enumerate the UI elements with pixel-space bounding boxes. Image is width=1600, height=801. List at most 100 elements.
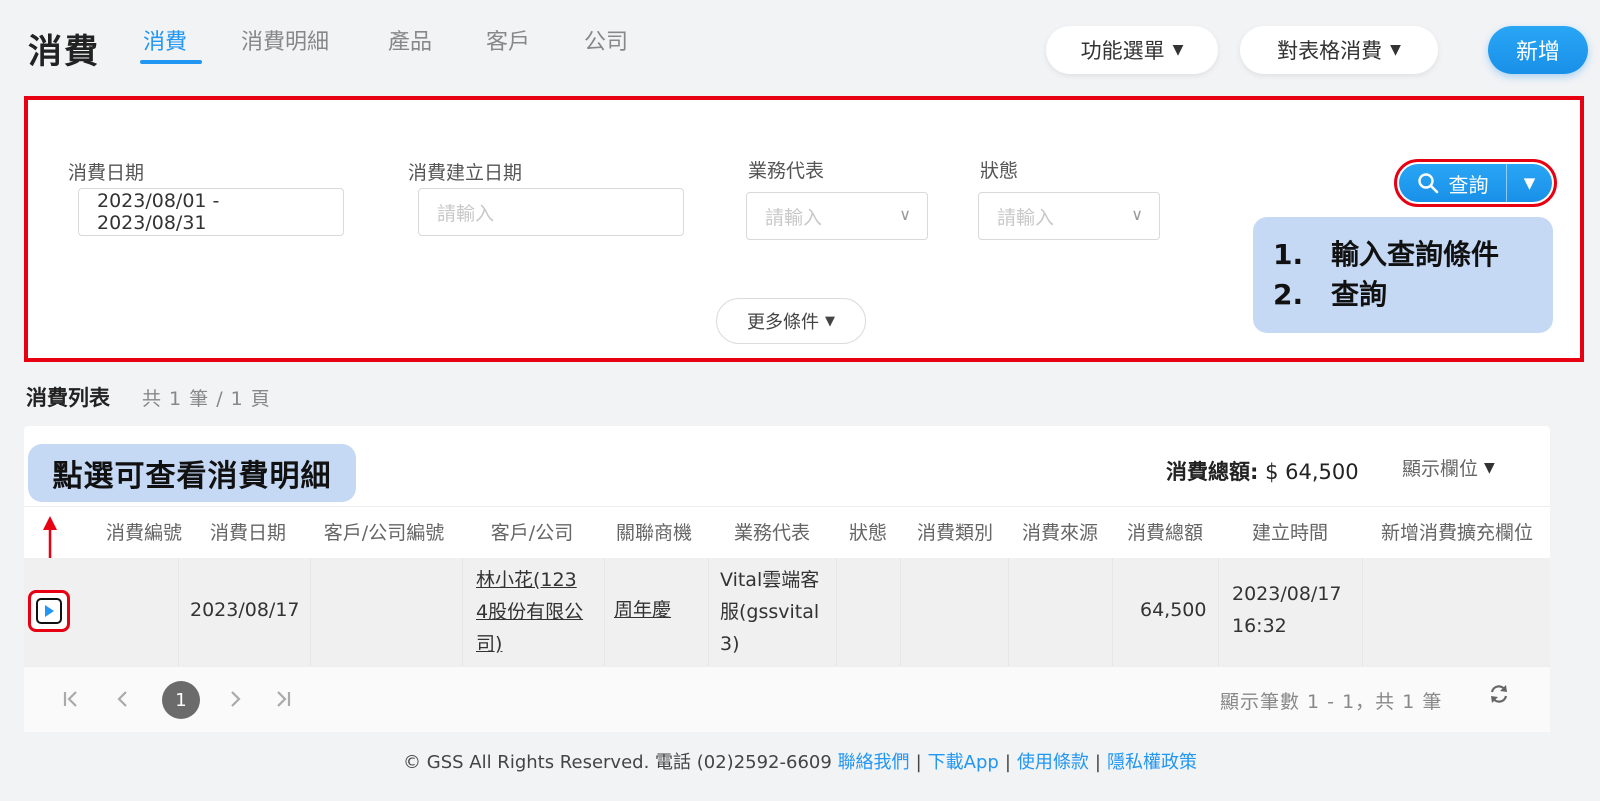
previous-page-icon[interactable] xyxy=(116,689,130,709)
contact-link[interactable]: 聯絡我們 xyxy=(838,752,910,773)
date-label: 消費日期 xyxy=(68,162,145,184)
created-date-input[interactable]: 請輸入 xyxy=(418,188,684,236)
cell-opportunity[interactable]: 周年慶 xyxy=(614,594,671,626)
created-date: 2023/08/17 xyxy=(1232,583,1342,605)
page-title: 消費 xyxy=(28,32,100,72)
created-date-label: 消費建立日期 xyxy=(408,162,523,184)
cell-customer[interactable]: 林小花(123 4股份有限公 司) xyxy=(476,564,583,660)
list-title: 消費列表 xyxy=(26,386,110,410)
expand-row-button[interactable] xyxy=(36,598,62,624)
refresh-icon[interactable] xyxy=(1488,683,1510,705)
column-header-id[interactable]: 消費編號 xyxy=(84,518,204,545)
column-divider xyxy=(310,558,311,666)
query-button-group: 查詢 ▼ xyxy=(1399,164,1552,202)
column-header-date[interactable]: 消費日期 xyxy=(188,518,308,545)
step-text: 查詢 xyxy=(1331,278,1388,311)
opportunity-link[interactable]: 周年慶 xyxy=(614,599,671,621)
tab-product[interactable]: 產品 xyxy=(388,24,432,56)
play-icon xyxy=(45,605,54,617)
tab-consumption[interactable]: 消費 xyxy=(143,24,187,56)
next-page-icon[interactable] xyxy=(228,689,242,709)
table-action-label: 對表格消費 xyxy=(1277,39,1383,63)
cell-sales: Vital雲端客 服(gssvital 3) xyxy=(720,564,819,660)
separator: | xyxy=(1094,752,1101,773)
last-page-icon[interactable] xyxy=(274,689,292,709)
tab-customer[interactable]: 客戶 xyxy=(486,24,530,56)
date-range-input[interactable]: 2023/08/01 - 2023/08/31 xyxy=(78,188,344,236)
sales-line: 3) xyxy=(720,633,740,655)
column-divider xyxy=(604,558,605,666)
query-button[interactable]: 查詢 xyxy=(1399,164,1506,202)
sales-select[interactable]: 請輸入 ∨ xyxy=(746,192,928,240)
tab-consumption-detail[interactable]: 消費明細 xyxy=(241,24,329,56)
chevron-down-icon: ▼ xyxy=(825,313,835,329)
status-select-placeholder: 請輸入 xyxy=(997,206,1055,229)
footer: © GSS All Rights Reserved. 電話 (02)2592-6… xyxy=(0,748,1600,774)
status-select[interactable]: 請輸入 ∨ xyxy=(978,192,1160,240)
cell-created: 2023/08/17 16:32 xyxy=(1232,578,1342,642)
more-conditions-label: 更多條件 xyxy=(747,312,819,333)
sales-label: 業務代表 xyxy=(748,160,825,182)
top-bar: 消費 消費 消費明細 產品 客戶 公司 功能選單 ▼ 對表格消費 ▼ 新增 xyxy=(0,0,1600,90)
steps-callout: 1. 輸入查詢條件 2. 查詢 xyxy=(1253,217,1553,333)
customer-link-line[interactable]: 林小花(123 xyxy=(476,564,583,596)
query-highlight: 查詢 ▼ xyxy=(1394,159,1557,207)
column-divider xyxy=(836,558,837,666)
list-count: 共 1 筆 / 1 頁 xyxy=(142,388,271,410)
more-conditions-button[interactable]: 更多條件 ▼ xyxy=(716,298,866,344)
column-header-opportunity[interactable]: 關聯商機 xyxy=(594,518,714,545)
column-header-created[interactable]: 建立時間 xyxy=(1220,518,1360,545)
chevron-down-icon: ▼ xyxy=(1390,42,1401,58)
column-divider xyxy=(1362,558,1363,666)
consumption-table-card: 點選可查看消費明細 消費總額: $ 64,500 顯示欄位 ▼ 消費編號 消費日… xyxy=(24,426,1550,732)
column-header-status[interactable]: 狀態 xyxy=(838,518,898,545)
pagination-info: 顯示筆數 1 - 1，共 1 筆 xyxy=(1220,691,1443,713)
expand-highlight xyxy=(28,590,70,632)
download-app-link[interactable]: 下載App xyxy=(928,752,999,773)
total-label: 消費總額: xyxy=(1166,460,1259,484)
column-divider xyxy=(462,558,463,666)
view-detail-callout: 點選可查看消費明細 xyxy=(28,444,356,502)
step-1: 1. 輸入查詢條件 xyxy=(1273,235,1533,275)
column-divider xyxy=(708,558,709,666)
column-divider xyxy=(1008,558,1009,666)
current-page-button[interactable]: 1 xyxy=(162,681,200,719)
sales-line: Vital雲端客 xyxy=(720,569,820,591)
column-header-customer-id[interactable]: 客戶/公司編號 xyxy=(314,518,454,545)
chevron-down-icon: ▼ xyxy=(1484,459,1495,476)
copyright: © GSS All Rights Reserved. 電話 (02)2592-6… xyxy=(403,752,832,773)
chevron-down-icon: ▼ xyxy=(1523,174,1536,192)
tab-company[interactable]: 公司 xyxy=(584,24,628,56)
query-dropdown-button[interactable]: ▼ xyxy=(1506,164,1552,202)
privacy-link[interactable]: 隱私權政策 xyxy=(1107,752,1197,773)
total-amount: 消費總額: $ 64,500 xyxy=(1166,456,1359,486)
column-settings-label: 顯示欄位 xyxy=(1402,458,1479,480)
chevron-down-icon: ▼ xyxy=(1172,42,1184,58)
cell-date: 2023/08/17 xyxy=(190,599,300,621)
customer-link-line[interactable]: 4股份有限公 xyxy=(476,596,583,628)
add-button[interactable]: 新增 xyxy=(1488,26,1588,74)
column-divider xyxy=(900,558,901,666)
chevron-down-icon: ∨ xyxy=(1131,205,1143,224)
separator: | xyxy=(1004,752,1011,773)
function-menu-button[interactable]: 功能選單 ▼ xyxy=(1046,26,1218,74)
column-header-customer[interactable]: 客戶/公司 xyxy=(472,518,592,545)
terms-link[interactable]: 使用條款 xyxy=(1017,752,1089,773)
sales-line: 服(gssvital xyxy=(720,601,820,623)
column-header-sales[interactable]: 業務代表 xyxy=(712,518,832,545)
customer-link-line[interactable]: 司) xyxy=(476,628,583,660)
created-time: 16:32 xyxy=(1232,615,1287,637)
column-settings-button[interactable]: 顯示欄位 ▼ xyxy=(1402,454,1495,481)
first-page-icon[interactable] xyxy=(62,689,80,709)
chevron-down-icon: ∨ xyxy=(899,205,911,224)
column-header-total[interactable]: 消費總額 xyxy=(1112,518,1218,545)
query-label: 查詢 xyxy=(1448,172,1489,197)
column-header-extension[interactable]: 新增消費擴充欄位 xyxy=(1364,518,1550,545)
column-header-category[interactable]: 消費類別 xyxy=(900,518,1010,545)
total-value: $ 64,500 xyxy=(1265,460,1359,484)
sales-select-placeholder: 請輸入 xyxy=(765,206,823,229)
table-action-button[interactable]: 對表格消費 ▼ xyxy=(1240,26,1438,74)
active-tab-indicator xyxy=(140,60,202,64)
table-header-divider xyxy=(24,506,1550,507)
column-header-source[interactable]: 消費來源 xyxy=(1008,518,1112,545)
